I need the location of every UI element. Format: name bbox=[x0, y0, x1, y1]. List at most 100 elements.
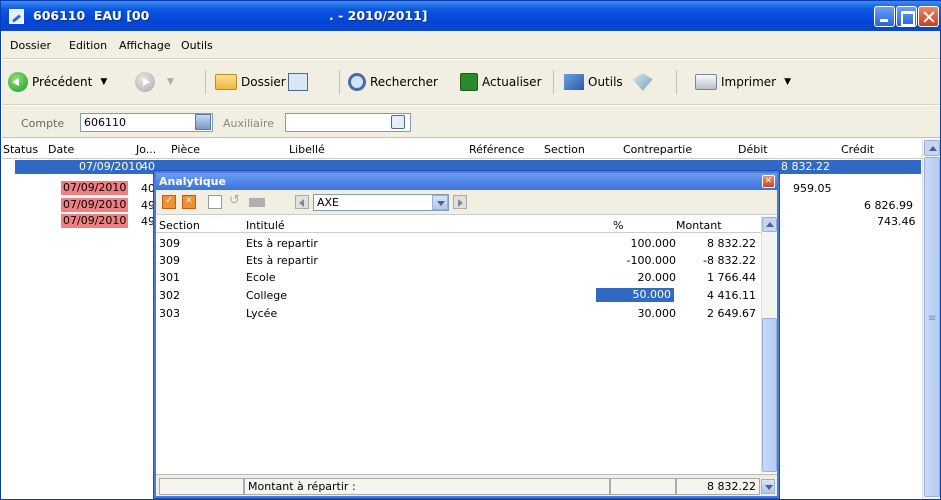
scroll-up-icon[interactable] bbox=[924, 140, 940, 156]
col-status[interactable]: Status bbox=[3, 143, 38, 156]
list-item[interactable]: 309 Ets à repartir 100.000 8 832.22 bbox=[156, 237, 761, 250]
analytique-dialog: Analytique ✕ ↺ AXE Section Intitulé % Mo… bbox=[154, 171, 779, 498]
dialog-footer: Montant à répartir : 8 832.22 bbox=[156, 474, 777, 496]
col-date[interactable]: Date bbox=[48, 143, 74, 156]
maximize-button[interactable] bbox=[896, 6, 917, 27]
footer-label: Montant à répartir : bbox=[244, 478, 610, 495]
search-icon bbox=[348, 73, 366, 91]
col-contrepartie[interactable]: Contrepartie bbox=[623, 143, 692, 156]
window-title-left: 606110 EAU [00 bbox=[33, 8, 150, 23]
dialog-close-icon[interactable]: ✕ bbox=[762, 175, 775, 188]
refresh-icon bbox=[460, 73, 478, 91]
row-debit: 8 832.22 bbox=[781, 160, 830, 173]
list-item[interactable]: 309 Ets à repartir -100.000 -8 832.22 bbox=[156, 254, 761, 267]
back-arrow-icon bbox=[8, 72, 28, 92]
item-section: 303 bbox=[159, 307, 180, 320]
next-axis-icon[interactable] bbox=[453, 195, 467, 209]
calendar-icon[interactable] bbox=[287, 73, 308, 91]
validate-icon[interactable] bbox=[162, 195, 176, 209]
print-dropdown-icon[interactable]: ▼ bbox=[784, 77, 791, 87]
forward-arrow-icon bbox=[135, 72, 155, 92]
diamond-icon[interactable] bbox=[632, 73, 653, 91]
footer-dropdown-icon[interactable] bbox=[761, 479, 775, 494]
print-button[interactable]: Imprimer ▼ bbox=[695, 70, 791, 94]
col-credit[interactable]: Crédit bbox=[841, 143, 874, 156]
col-libelle[interactable]: Libellé bbox=[289, 143, 325, 156]
previous-axis-icon[interactable] bbox=[295, 195, 309, 209]
back-button[interactable]: Précédent ▼ bbox=[8, 70, 107, 94]
new-document-icon[interactable] bbox=[208, 195, 222, 209]
row-journal: 49 bbox=[141, 215, 155, 228]
tools-button[interactable]: Outils bbox=[564, 70, 653, 94]
axis-select[interactable]: AXE bbox=[313, 194, 449, 211]
forward-button[interactable]: ▼ bbox=[135, 70, 174, 94]
item-percent[interactable]: 100.000 bbox=[596, 237, 677, 250]
cancel-icon[interactable] bbox=[182, 195, 196, 209]
item-montant: 1 766.44 bbox=[707, 271, 756, 284]
menu-bar: Dossier Edition Affichage Outils bbox=[2, 31, 940, 59]
list-item[interactable]: 301 Ecole 20.000 1 766.44 bbox=[156, 271, 761, 284]
refresh-button[interactable]: Actualiser bbox=[460, 70, 542, 94]
back-dropdown-icon[interactable]: ▼ bbox=[100, 77, 107, 87]
minimize-button[interactable] bbox=[874, 6, 895, 27]
col-journal[interactable]: Jo... bbox=[136, 143, 156, 156]
compte-lookup-icon[interactable] bbox=[195, 114, 211, 130]
dialog-grid-header: Section Intitulé % Montant bbox=[156, 216, 761, 233]
title-bar[interactable]: 606110 EAU [00 . - 2010/2011] bbox=[1, 1, 941, 31]
col-intitule[interactable]: Intitulé bbox=[246, 219, 285, 232]
grid-scrollbar[interactable] bbox=[922, 139, 940, 499]
item-section: 309 bbox=[159, 254, 180, 267]
undo-icon[interactable]: ↺ bbox=[229, 193, 243, 208]
toolbar: Précédent ▼ ▼ Dossier Rechercher Actuali… bbox=[2, 60, 940, 105]
list-item[interactable]: 302 College 50.000 4 416.11 bbox=[156, 288, 761, 302]
back-label: Précédent bbox=[32, 75, 93, 89]
item-section: 309 bbox=[159, 237, 180, 250]
search-label: Rechercher bbox=[370, 75, 438, 89]
col-debit[interactable]: Débit bbox=[738, 143, 768, 156]
dossier-label: Dossier bbox=[241, 75, 286, 89]
item-percent-selected[interactable]: 50.000 bbox=[596, 288, 674, 302]
col-percent[interactable]: % bbox=[613, 219, 623, 232]
item-montant: 8 832.22 bbox=[707, 237, 756, 250]
main-window: 606110 EAU [00 . - 2010/2011] Dossier Ed… bbox=[0, 0, 941, 500]
dialog-title[interactable]: Analytique bbox=[156, 173, 777, 190]
scroll-up-icon[interactable] bbox=[762, 217, 777, 232]
col-montant[interactable]: Montant bbox=[676, 219, 722, 232]
close-button[interactable] bbox=[918, 6, 939, 27]
col-section[interactable]: Section bbox=[544, 143, 585, 156]
forward-dropdown-icon[interactable]: ▼ bbox=[167, 77, 174, 87]
compte-input[interactable]: 606110 bbox=[80, 113, 213, 132]
row-journal: 49 bbox=[141, 199, 155, 212]
search-button[interactable]: Rechercher bbox=[348, 70, 438, 94]
tools-icon bbox=[564, 74, 584, 90]
menu-edition[interactable]: Edition bbox=[69, 39, 107, 52]
menu-dossier[interactable]: Dossier bbox=[10, 39, 51, 52]
menu-outils[interactable]: Outils bbox=[181, 39, 213, 52]
item-percent[interactable]: -100.000 bbox=[596, 254, 676, 267]
item-percent[interactable]: 30.000 bbox=[596, 307, 677, 320]
dialog-scrollbar[interactable] bbox=[761, 216, 777, 473]
item-montant: -8 832.22 bbox=[703, 254, 756, 267]
folder-icon bbox=[215, 74, 237, 90]
item-section: 301 bbox=[159, 271, 180, 284]
refresh-label: Actualiser bbox=[482, 75, 542, 89]
axis-dropdown-icon[interactable] bbox=[432, 195, 448, 210]
printer-icon bbox=[695, 74, 717, 90]
row-debit: 959.05 bbox=[793, 182, 832, 195]
auxiliaire-lookup-icon[interactable] bbox=[391, 115, 405, 129]
disabled-tool-icon[interactable] bbox=[249, 198, 265, 207]
scroll-thumb[interactable] bbox=[762, 318, 777, 472]
list-item[interactable]: 303 Lycée 30.000 2 649.67 bbox=[156, 307, 761, 320]
col-section[interactable]: Section bbox=[159, 219, 200, 232]
auxiliaire-label: Auxiliaire bbox=[223, 117, 275, 130]
dossier-button[interactable]: Dossier bbox=[215, 70, 308, 94]
item-percent[interactable]: 20.000 bbox=[596, 271, 677, 284]
col-piece[interactable]: Pièce bbox=[171, 143, 200, 156]
row-date: 07/09/2010 bbox=[61, 198, 129, 212]
item-intitule: Lycée bbox=[246, 307, 278, 320]
item-montant: 4 416.11 bbox=[707, 289, 756, 302]
menu-affichage[interactable]: Affichage bbox=[119, 39, 171, 52]
scroll-thumb[interactable] bbox=[924, 157, 940, 497]
col-reference[interactable]: Référence bbox=[469, 143, 524, 156]
item-intitule: Ets à repartir bbox=[246, 237, 318, 250]
